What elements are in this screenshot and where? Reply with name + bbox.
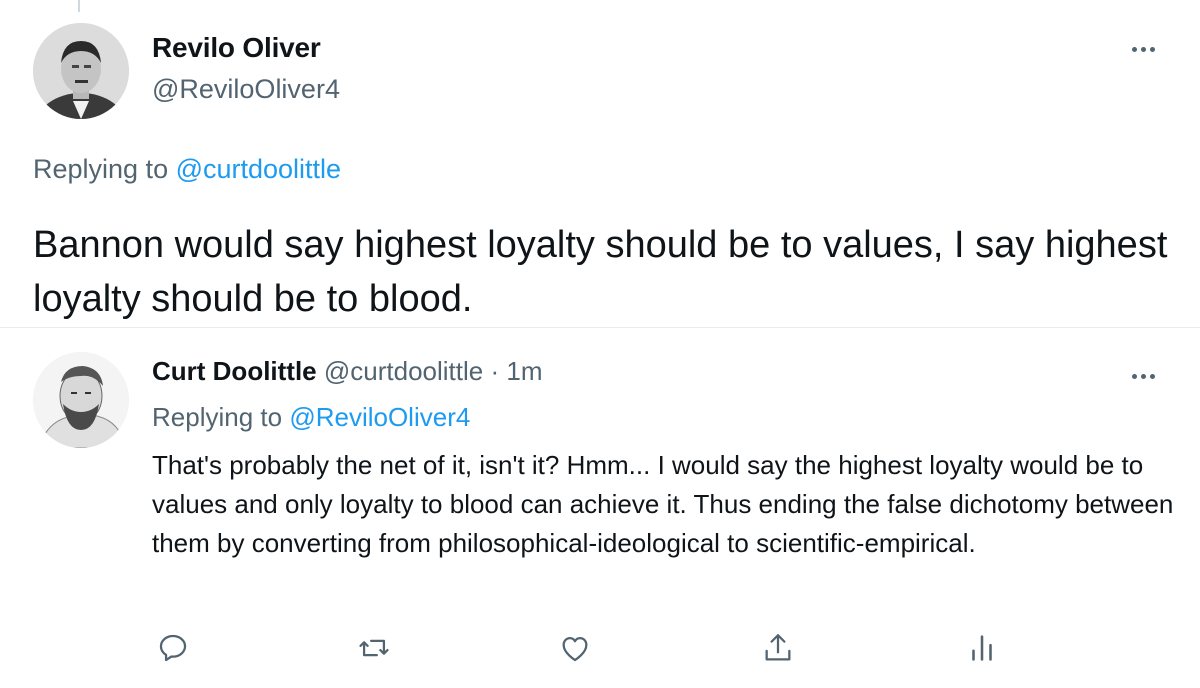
retweet-icon <box>359 639 389 657</box>
like-icon <box>562 636 588 662</box>
reply-author-handle[interactable]: @curtdoolittle <box>324 356 483 386</box>
author-name[interactable]: Revilo Oliver <box>152 32 321 64</box>
timestamp[interactable]: 1m <box>506 356 542 386</box>
more-dot-icon <box>1131 46 1137 52</box>
reply-button[interactable] <box>153 628 193 668</box>
avatar[interactable] <box>33 23 129 119</box>
replying-to-label: Replying to <box>33 154 176 184</box>
author-handle[interactable]: @ReviloOliver4 <box>152 74 340 105</box>
replying-to-link[interactable]: @ReviloOliver4 <box>289 402 470 432</box>
reply-author-name[interactable]: Curt Doolittle <box>152 356 317 386</box>
reply-more-options-button[interactable] <box>1123 364 1163 388</box>
more-dot-icon <box>1140 46 1146 52</box>
share-icon <box>765 634 791 661</box>
more-dot-icon <box>1149 46 1155 52</box>
replying-to-label: Replying to <box>152 402 290 432</box>
more-dot-icon <box>1149 373 1155 379</box>
analytics-icon <box>972 635 992 661</box>
like-button[interactable] <box>555 628 595 668</box>
reply-avatar[interactable] <box>33 352 129 448</box>
reply-header: Curt Doolittle @curtdoolittle · 1m <box>152 356 543 387</box>
more-dot-icon <box>1140 373 1146 379</box>
more-options-button[interactable] <box>1123 37 1163 61</box>
avatar-image <box>33 23 129 119</box>
separator-dot: · <box>490 356 500 386</box>
thread-connector-line <box>78 0 80 12</box>
analytics-button[interactable] <box>962 628 1002 668</box>
reply-tweet-text: That's probably the net of it, isn't it?… <box>152 450 1174 558</box>
replying-to-line: Replying to @curtdoolittle <box>33 154 341 185</box>
reply-replying-to-line: Replying to @ReviloOliver4 <box>152 402 470 433</box>
reply-icon <box>159 634 187 662</box>
divider <box>0 327 1200 328</box>
tweet-thread: Revilo Oliver @ReviloOliver4 Replying to… <box>0 0 1200 688</box>
replying-to-link[interactable]: @curtdoolittle <box>176 154 341 184</box>
share-button[interactable] <box>758 628 798 668</box>
more-dot-icon <box>1131 373 1137 379</box>
retweet-button[interactable] <box>354 628 394 668</box>
reply-avatar-image <box>33 352 129 448</box>
tweet-text: Bannon would say highest loyalty should … <box>33 224 1168 320</box>
